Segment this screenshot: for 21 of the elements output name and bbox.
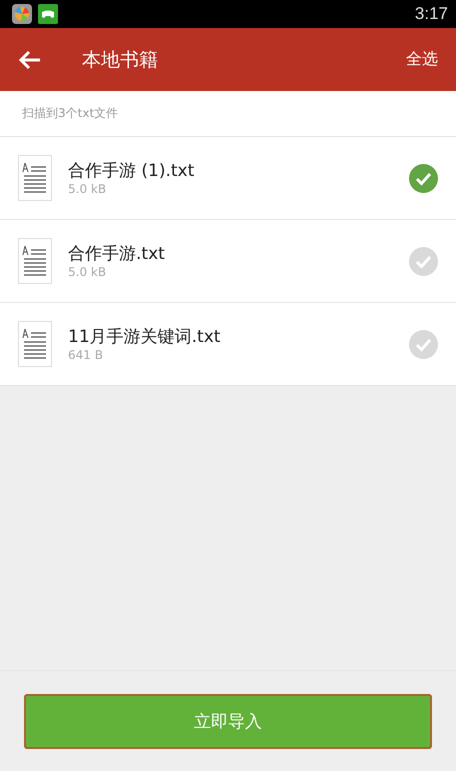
file-row[interactable]: 合作手游 (1).txt 5.0 kB — [0, 137, 456, 220]
back-arrow-icon[interactable] — [18, 50, 42, 70]
file-name: 合作手游 (1).txt — [68, 160, 194, 182]
check-circle-icon[interactable] — [409, 164, 438, 192]
document-icon — [18, 238, 52, 284]
scan-summary: 扫描到3个txt文件 — [22, 105, 118, 122]
file-name: 合作手游.txt — [68, 243, 165, 265]
document-icon — [18, 321, 52, 367]
app-icon[interactable] — [12, 4, 32, 24]
file-size: 5.0 kB — [68, 182, 108, 196]
check-circle-icon[interactable] — [409, 330, 438, 358]
page-title: 本地书籍 — [82, 48, 158, 72]
clock-time: 3:17 — [414, 4, 448, 24]
file-row[interactable]: 合作手游.txt 5.0 kB — [0, 220, 456, 303]
file-row[interactable]: 11月手游关键词.txt 641 B — [0, 303, 456, 386]
document-icon — [18, 155, 52, 201]
file-size: 641 B — [68, 348, 104, 362]
file-name: 11月手游关键词.txt — [68, 326, 220, 348]
check-circle-icon[interactable] — [409, 246, 438, 276]
file-size: 5.0 kB — [68, 265, 108, 279]
select-all-button[interactable]: 全选 — [406, 45, 438, 74]
